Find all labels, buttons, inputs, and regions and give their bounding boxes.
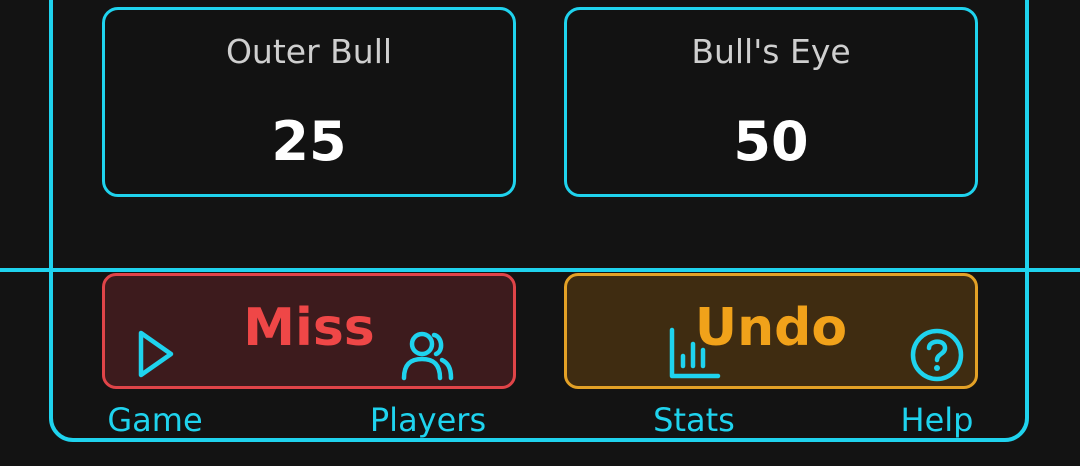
users-icon bbox=[401, 331, 454, 381]
nav-label-game: Game bbox=[107, 401, 203, 439]
nav-item-stats[interactable]: Stats bbox=[614, 326, 774, 446]
outer-bull-label: Outer Bull bbox=[225, 32, 393, 71]
bulls-eye-label: Bull's Eye bbox=[691, 32, 851, 71]
nav-label-help: Help bbox=[900, 401, 974, 439]
outer-bull-button[interactable]: Outer Bull 25 bbox=[102, 7, 516, 197]
nav-label-players: Players bbox=[369, 401, 487, 439]
nav-label-stats: Stats bbox=[653, 401, 735, 439]
help-circle-icon bbox=[910, 328, 964, 382]
nav-item-game[interactable]: Game bbox=[75, 326, 235, 446]
outer-bull-value: 25 bbox=[271, 110, 347, 173]
nav-item-players[interactable]: Players bbox=[348, 326, 508, 446]
bulls-eye-value: 50 bbox=[733, 110, 809, 173]
bulls-eye-button[interactable]: Bull's Eye 50 bbox=[564, 7, 978, 197]
play-icon bbox=[138, 330, 174, 378]
bar-chart-icon bbox=[669, 327, 721, 379]
bottom-nav-divider bbox=[0, 268, 1080, 272]
nav-item-help[interactable]: Help bbox=[857, 326, 1017, 446]
